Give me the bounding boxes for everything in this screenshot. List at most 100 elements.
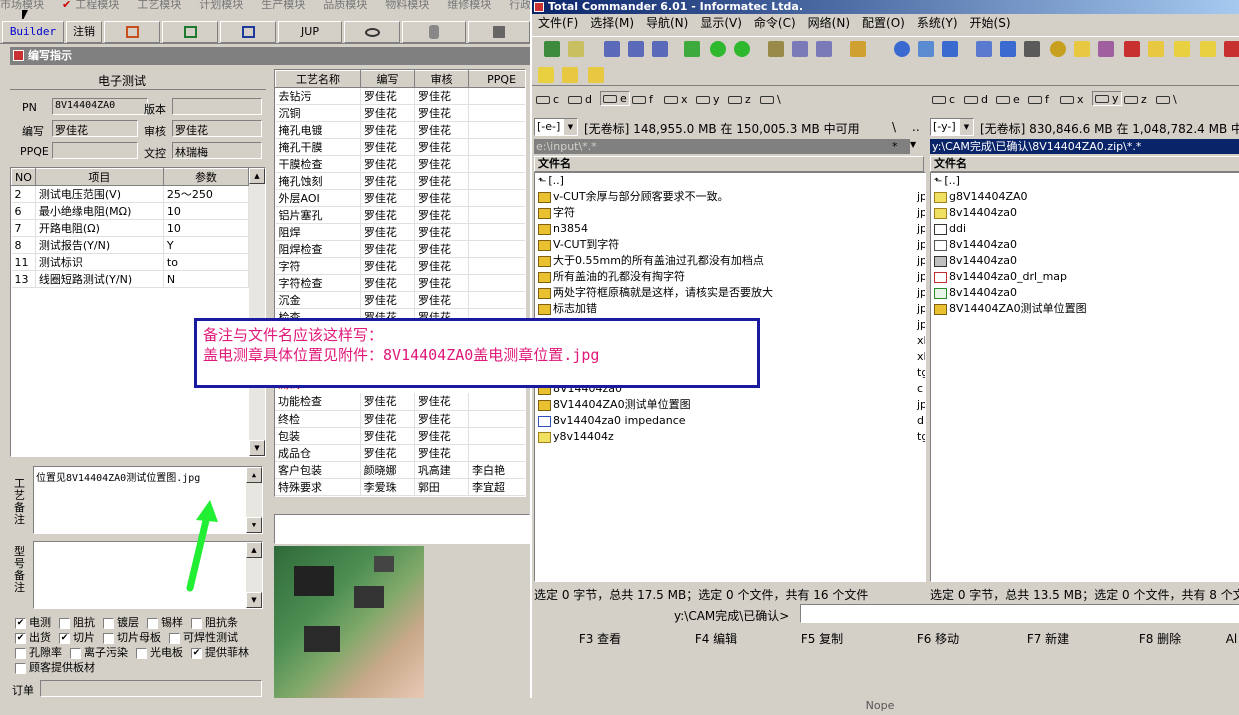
thumbnail-icon[interactable] (652, 41, 668, 57)
scroll-up-icon[interactable]: ▲ (246, 542, 262, 558)
fkey-button[interactable]: Al (1224, 629, 1239, 649)
checkbox-item[interactable]: ✔ 切片 (59, 631, 95, 644)
table-row[interactable]: 8 测试报告(Y/N) Y (11, 236, 250, 254)
table-row[interactable]: 终检 罗佳花 罗佳花 (275, 410, 525, 428)
notepad-icon[interactable] (976, 41, 992, 57)
drive-button-f[interactable]: f (632, 93, 653, 106)
col-no[interactable]: NO (11, 168, 36, 186)
archive-icon[interactable] (1200, 41, 1216, 57)
tree-icon[interactable] (568, 41, 584, 57)
top-menu-item[interactable]: 维修模块 (447, 0, 491, 11)
pdf-icon[interactable] (1224, 41, 1239, 57)
right-file-header[interactable]: 文件名 (930, 156, 1239, 172)
col-param[interactable]: 参数 (162, 168, 250, 186)
table-row[interactable]: 掩孔蚀刻 罗佳花 罗佳花 (275, 172, 525, 190)
table-row[interactable]: 字符 罗佳花 罗佳花 (275, 257, 525, 275)
table-row[interactable]: 掩孔干膜 罗佳花 罗佳花 (275, 138, 525, 156)
table-row[interactable]: 外层AOI 罗佳花 罗佳花 (275, 189, 525, 207)
file-row[interactable]: ddi (931, 221, 1239, 237)
checkbox[interactable] (191, 617, 202, 629)
model-note-scrollbar[interactable]: ▲ ▼ (246, 542, 262, 608)
scroll-up-icon[interactable]: ▲ (249, 168, 265, 184)
table-row[interactable]: 成品仓 罗佳花 罗佳花 (275, 444, 525, 462)
table-row[interactable]: 沉金 罗佳花 罗佳花 (275, 291, 525, 309)
acrobat-icon[interactable] (1124, 41, 1140, 57)
jup-button[interactable]: JUP (278, 21, 342, 43)
drive-button-c[interactable]: c (932, 93, 955, 106)
scroll-down-icon[interactable]: ▼ (246, 592, 262, 608)
table-row[interactable]: 6 最小绝缘电阻(MΩ) 10 (11, 202, 250, 220)
drive-button-y[interactable]: y (696, 93, 720, 106)
tc-menu-item[interactable]: 系统(Y) (911, 15, 964, 32)
file-row[interactable]: ⬑ [..] (931, 173, 1239, 189)
left-file-header[interactable]: 文件名 (534, 156, 924, 172)
table-row[interactable]: 干膜检查 罗佳花 罗佳花 (275, 155, 525, 173)
file-row[interactable]: v-CUT余厚与部分顾客要求不一致。 jp (535, 189, 925, 205)
checkbox-item[interactable]: 离子污染 (70, 646, 128, 659)
writer-field[interactable]: 罗佳花 (52, 120, 138, 137)
drive-button-network[interactable]: \ (1156, 93, 1177, 106)
drive-button-z[interactable]: z (728, 93, 751, 106)
checkbox[interactable]: ✔ (15, 617, 26, 629)
checkbox-item[interactable]: 光电板 (136, 646, 183, 659)
process-note-field[interactable]: 位置见8V14404ZA0测试位置图.jpg ▲ ▼ (33, 466, 263, 534)
file-row[interactable]: 8v14404za0 (931, 285, 1239, 301)
tc-menu-item[interactable]: 显示(V) (694, 15, 748, 32)
version-field[interactable] (172, 98, 262, 115)
table-row[interactable]: 掩孔电镀 罗佳花 罗佳花 (275, 121, 525, 139)
left-root-button[interactable]: \ (892, 120, 896, 134)
file-row[interactable]: y8v14404z tg (535, 429, 925, 445)
view-button[interactable] (344, 21, 400, 43)
col-writer[interactable]: 编写 (359, 70, 416, 88)
table-row[interactable]: 客户包装 颜晓娜 巩高建 李白艳 (275, 461, 525, 479)
archive-icon[interactable] (1174, 41, 1190, 57)
fkey-button[interactable]: F4 编辑 (676, 629, 756, 649)
checkbox[interactable] (103, 632, 114, 644)
params-scrollbar[interactable]: ▲ ▼ (249, 168, 265, 456)
forward-icon[interactable] (734, 41, 750, 57)
col-process-name[interactable]: 工艺名称 (275, 70, 361, 88)
table-row[interactable]: 7 开路电阻(Ω) 10 (11, 219, 250, 237)
refresh-icon[interactable] (544, 41, 560, 57)
fkey-button[interactable]: F3 查看 (560, 629, 640, 649)
left-drive-select[interactable]: [-e-] ▼ (534, 118, 578, 136)
drive-button-f[interactable]: f (1028, 93, 1049, 106)
file-row[interactable]: 8v14404za0 (931, 237, 1239, 253)
unpack-icon[interactable] (792, 41, 808, 57)
folder-icon[interactable] (588, 67, 604, 83)
top-menu-item[interactable]: 物料模块 (385, 0, 429, 11)
fkey-button[interactable]: F5 复制 (782, 629, 862, 649)
folder-icon[interactable] (562, 67, 578, 83)
drive-button-c[interactable]: c (536, 93, 559, 106)
checkbox[interactable] (70, 647, 81, 659)
file-row[interactable]: 8V14404ZA0测试单位置图 (931, 301, 1239, 317)
checkbox[interactable] (169, 632, 180, 644)
file-row[interactable]: 两处字符框原稿就是这样，请核实是否要放大 jp (535, 285, 925, 301)
file-row[interactable]: ⬑ [..] (535, 173, 925, 189)
checkbox[interactable] (147, 617, 158, 629)
table-row[interactable]: 2 测试电压范围(V) 25～250 (11, 185, 250, 203)
top-menu-item[interactable]: 行政 (509, 0, 530, 11)
file-row[interactable]: 大于0.55mm的所有盖油过孔都没有加档点 jp (535, 253, 925, 269)
left-star-button[interactable]: * (892, 140, 898, 153)
ppqe-field[interactable] (52, 142, 138, 159)
file-row[interactable]: 8v14404za0 (931, 205, 1239, 221)
top-menu-item[interactable]: 生产模块 (261, 0, 305, 11)
top-menu-item[interactable]: 工程模块 (75, 0, 119, 11)
bulb-icon[interactable] (894, 41, 910, 57)
checkbox-item[interactable]: 阻抗条 (191, 616, 238, 629)
word-button[interactable] (220, 21, 276, 43)
scroll-down-icon[interactable]: ▼ (246, 517, 262, 533)
col-reviewer[interactable]: 审核 (414, 70, 470, 88)
pn-field[interactable]: 8V14404ZA0 (52, 98, 148, 115)
tc-menu-item[interactable]: 配置(O) (856, 15, 911, 32)
pack-icon[interactable] (768, 41, 784, 57)
checkbox[interactable] (136, 647, 147, 659)
file-row[interactable]: 8v14404za0 impedance d (535, 413, 925, 429)
table-row[interactable]: 字符检查 罗佳花 罗佳花 (275, 274, 525, 292)
winrar-icon[interactable] (1098, 41, 1114, 57)
compare-icon[interactable] (816, 41, 832, 57)
tc-menu-item[interactable]: 命令(C) (748, 15, 802, 32)
file-row[interactable]: n3854 jp (535, 221, 925, 237)
database-button[interactable] (402, 21, 466, 43)
